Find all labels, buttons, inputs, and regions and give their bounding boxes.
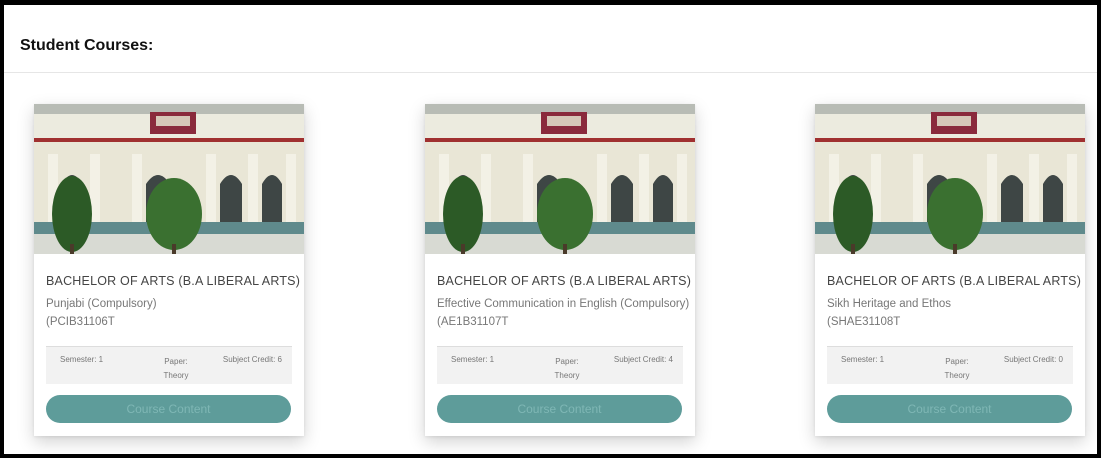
- program-name: BACHELOR OF ARTS (B.A LIBERAL ARTS): [827, 274, 1082, 288]
- page-header: Student Courses:: [4, 5, 1097, 73]
- paper-value: Theory: [944, 371, 970, 380]
- subject-credit: Subject Credit: 0: [1003, 355, 1063, 364]
- subject-name: Effective Communication in English (Comp…: [437, 298, 690, 310]
- course-image: [34, 104, 304, 254]
- paper-label: Paper:: [555, 357, 579, 366]
- university-building-image: [425, 104, 695, 254]
- subject-credit: Subject Credit: 4: [613, 355, 673, 364]
- subject-code: (PCIB31106T: [46, 316, 115, 328]
- subject-code: (SHAE31108T: [827, 316, 901, 328]
- course-meta: Semester: 1 Paper: Theory Subject Credit:…: [46, 346, 292, 384]
- course-image: [425, 104, 695, 254]
- paper-info: Paper: Theory: [547, 355, 587, 383]
- course-meta: Semester: 1 Paper: Theory Subject Credit:…: [437, 346, 683, 384]
- university-building-image: [34, 104, 304, 254]
- paper-label: Paper:: [164, 357, 188, 366]
- course-content-button[interactable]: Course Content: [437, 395, 682, 423]
- paper-value: Theory: [554, 371, 580, 380]
- semester-label: Semester: 1: [841, 355, 885, 364]
- program-name: BACHELOR OF ARTS (B.A LIBERAL ARTS): [437, 274, 692, 288]
- subject-name: Punjabi (Compulsory): [46, 298, 157, 310]
- paper-value: Theory: [163, 371, 189, 380]
- semester-label: Semester: 1: [451, 355, 495, 364]
- course-card: BACHELOR OF ARTS (B.A LIBERAL ARTS) Sikh…: [815, 104, 1085, 436]
- course-card: BACHELOR OF ARTS (B.A LIBERAL ARTS) Punj…: [34, 104, 304, 436]
- course-card: BACHELOR OF ARTS (B.A LIBERAL ARTS) Effe…: [425, 104, 695, 436]
- page-title: Student Courses:: [20, 37, 154, 54]
- subject-credit: Subject Credit: 6: [222, 355, 282, 364]
- course-meta: Semester: 1 Paper: Theory Subject Credit:…: [827, 346, 1073, 384]
- university-building-image: [815, 104, 1085, 254]
- course-content-button[interactable]: Course Content: [827, 395, 1072, 423]
- paper-info: Paper: Theory: [937, 355, 977, 383]
- program-name: BACHELOR OF ARTS (B.A LIBERAL ARTS): [46, 274, 301, 288]
- subject-code: (AE1B31107T: [437, 316, 509, 328]
- semester-label: Semester: 1: [60, 355, 104, 364]
- main-frame: Student Courses: BACHELOR OF ARTS (B.A L…: [4, 5, 1097, 454]
- subject-name: Sikh Heritage and Ethos: [827, 298, 952, 310]
- paper-info: Paper: Theory: [156, 355, 196, 383]
- course-content-button[interactable]: Course Content: [46, 395, 291, 423]
- course-image: [815, 104, 1085, 254]
- paper-label: Paper:: [945, 357, 969, 366]
